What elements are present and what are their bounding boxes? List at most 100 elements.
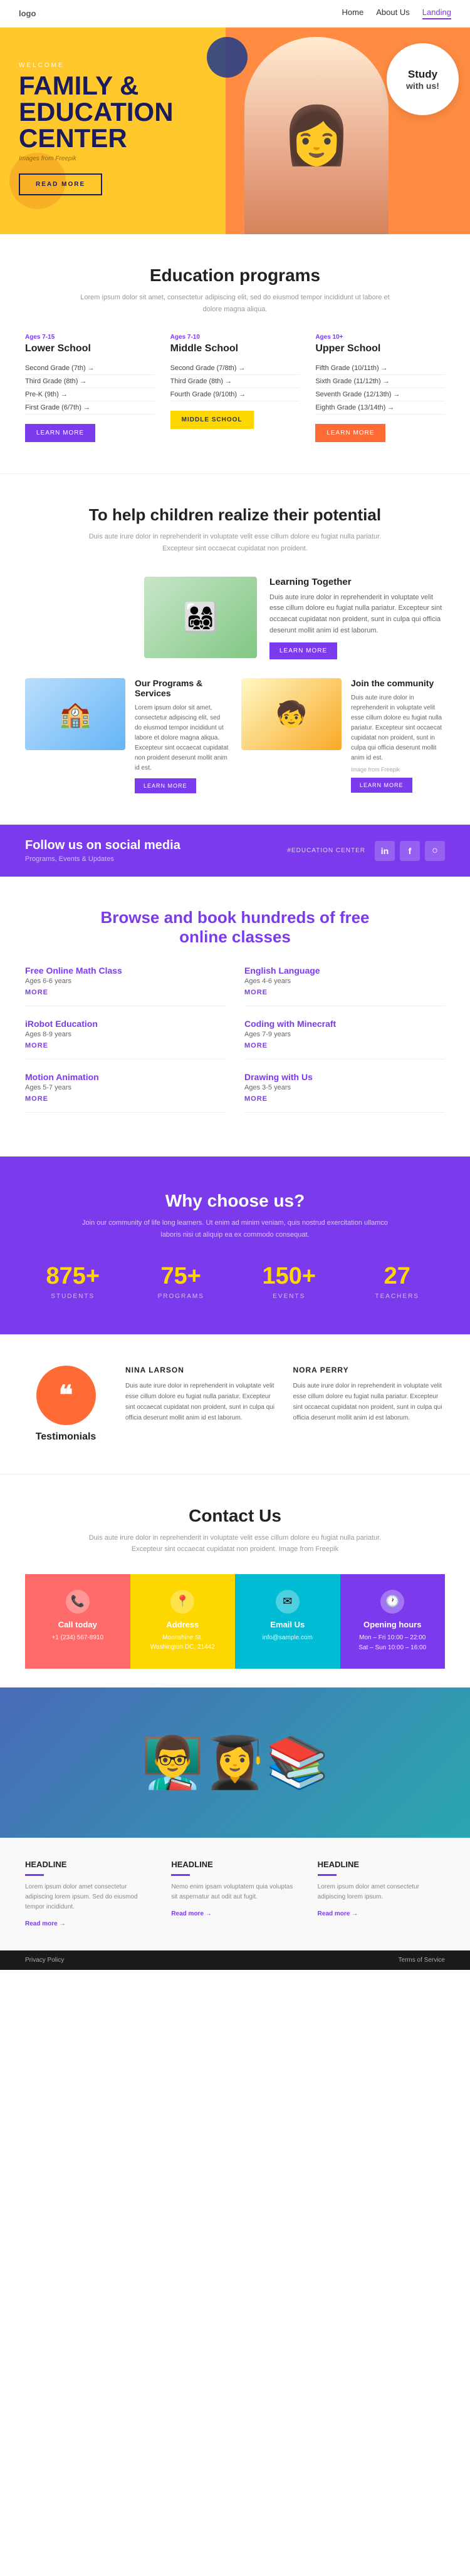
class-more[interactable]: MORE: [244, 989, 445, 996]
footer-terms[interactable]: Terms of Service: [399, 1957, 445, 1964]
testimonial-nina-name: NINA LARSON: [125, 1366, 278, 1374]
list-item[interactable]: Third Grade (8th) →: [25, 375, 155, 388]
service-programs-content: Our Programs & Services Lorem ipsum dolo…: [135, 678, 229, 793]
class-item-drawing: Drawing with Us Ages 3-5 years MORE: [244, 1072, 445, 1113]
service-programs-desc: Lorem ipsum dolor sit amet, consectetur …: [135, 703, 229, 773]
footer-col-3: HEADLINE Lorem ipsum dolor amet consecte…: [318, 1860, 445, 1929]
hero-welcome: WELCOME: [19, 62, 174, 69]
program-btn-upper[interactable]: LEARN MORE: [315, 424, 385, 442]
contact-card-info-hours: Mon – Fri 10:00 – 22:00Sat – Sun 10:00 –…: [358, 1633, 426, 1653]
class-more[interactable]: MORE: [244, 1042, 445, 1049]
contact-card-hours: 🕐 Opening hours Mon – Fri 10:00 – 22:00S…: [340, 1574, 446, 1669]
potential-title: To help children realize their potential: [25, 505, 445, 525]
contact-section: Contact Us Duis aute irure dolor in repr…: [0, 1475, 470, 1687]
program-btn-lower[interactable]: LEARN MORE: [25, 424, 95, 442]
hero-cta-button[interactable]: READ MORE: [19, 173, 102, 195]
service-learning: 👨‍👩‍👧‍👦 Learning Together Duis aute irur…: [25, 577, 445, 659]
class-name: Coding with Minecraft: [244, 1019, 445, 1029]
class-item-irobot: iRobot Education Ages 8-9 years MORE: [25, 1019, 226, 1059]
stat-number-programs: 75+: [133, 1263, 229, 1290]
list-item[interactable]: Pre-K (9th) →: [25, 388, 155, 401]
footer-col-1-title: HEADLINE: [25, 1860, 152, 1869]
potential-header: To help children realize their potential…: [25, 505, 445, 554]
service-learning-btn[interactable]: LEARN MORE: [269, 642, 337, 659]
potential-subtitle: Duis aute irure dolor in reprehenderit i…: [78, 531, 392, 554]
linkedin-icon[interactable]: in: [375, 841, 395, 861]
program-list-lower: Second Grade (7th) → Third Grade (8th) →…: [25, 362, 155, 415]
contact-card-title-address: Address: [166, 1620, 199, 1629]
list-item[interactable]: Seventh Grade (12/13th) →: [315, 388, 445, 401]
testimonial-nina: NINA LARSON Duis aute irure dolor in rep…: [125, 1366, 278, 1423]
testimonials-inner: ❝ Testimonials NINA LARSON Duis aute iru…: [25, 1366, 445, 1443]
footer-col-1-readmore[interactable]: Read more →: [25, 1920, 65, 1927]
service-programs-btn[interactable]: LEARN MORE: [135, 778, 196, 793]
class-more[interactable]: MORE: [244, 1095, 445, 1103]
footer-col-2: HEADLINE Nemo enim ipsam voluptatem quia…: [171, 1860, 298, 1929]
testimonial-nora-name: NORA PERRY: [293, 1366, 446, 1374]
footer-col-2-readmore[interactable]: Read more →: [171, 1910, 211, 1917]
service-community-desc: Duis aute irure dolor in reprehenderit i…: [351, 693, 445, 763]
call-icon: 📞: [66, 1590, 90, 1614]
footer-col-3-readmore[interactable]: Read more →: [318, 1910, 358, 1917]
stat-label-teachers: TEACHERS: [350, 1293, 446, 1300]
footer-privacy[interactable]: Privacy Policy: [25, 1957, 64, 1964]
list-item[interactable]: Sixth Grade (11/12th) →: [315, 375, 445, 388]
footer-col-2-divider: [171, 1874, 190, 1876]
footer-grid: HEADLINE Lorem ipsum dolor amet consecte…: [25, 1860, 445, 1929]
program-age-upper: Ages 10+: [315, 334, 445, 341]
footer-col-3-title: HEADLINE: [318, 1860, 445, 1869]
program-middle: Ages 7-10 Middle School Second Grade (7/…: [170, 334, 300, 442]
hero-text-block: WELCOME FAMILY & EDUCATION CENTER Images…: [19, 62, 174, 195]
social-right: #EDUCATION CENTER in f ○: [287, 841, 445, 861]
stat-programs: 75+ PROGRAMS: [133, 1263, 229, 1300]
nav-link-home[interactable]: Home: [342, 8, 364, 19]
class-item-math: Free Online Math Class Ages 6-6 years MO…: [25, 966, 226, 1006]
class-item-minecraft: Coding with Minecraft Ages 7-9 years MOR…: [244, 1019, 445, 1059]
nav-link-landing[interactable]: Landing: [422, 8, 451, 19]
class-more[interactable]: MORE: [25, 989, 226, 996]
contact-card-info-email: info@sample.com: [263, 1633, 313, 1642]
class-age: Ages 5-7 years: [25, 1084, 226, 1091]
service-community-content: Join the community Duis aute irure dolor…: [351, 678, 445, 793]
program-name-upper: Upper School: [315, 343, 445, 354]
footer-col-3-text: Lorem ipsum dolor amet consectetur adipi…: [318, 1882, 445, 1902]
list-item[interactable]: Second Grade (7/8th) →: [170, 362, 300, 375]
class-age: Ages 3-5 years: [244, 1084, 445, 1091]
list-item[interactable]: Fourth Grade (9/10th) →: [170, 388, 300, 401]
program-btn-middle[interactable]: MIDDLE SCHOOL: [170, 411, 254, 429]
service-community-btn[interactable]: LEARN MORE: [351, 778, 412, 793]
list-item[interactable]: Third Grade (8th) →: [170, 375, 300, 388]
instagram-icon[interactable]: ○: [425, 841, 445, 861]
facebook-icon[interactable]: f: [400, 841, 420, 861]
online-classes-section: Browse and book hundreds of free online …: [0, 877, 470, 1157]
class-name: Free Online Math Class: [25, 966, 226, 976]
class-age: Ages 7-9 years: [244, 1031, 445, 1038]
class-item-animation: Motion Animation Ages 5-7 years MORE: [25, 1072, 226, 1113]
footer-col-1: HEADLINE Lorem ipsum dolor amet consecte…: [25, 1860, 152, 1929]
footer-headlines: HEADLINE Lorem ipsum dolor amet consecte…: [0, 1838, 470, 1950]
hero-circle-top-mid: [207, 37, 248, 78]
programs-grid: Ages 7-15 Lower School Second Grade (7th…: [25, 334, 445, 442]
services-row: 🏫 Our Programs & Services Lorem ipsum do…: [25, 678, 445, 793]
footer-bar: Privacy Policy Terms of Service: [0, 1950, 470, 1970]
list-item[interactable]: First Grade (6/7th) →: [25, 401, 155, 415]
contact-card-call: 📞 Call today +1 (234) 567-8910: [25, 1574, 130, 1669]
potential-section: To help children realize their potential…: [0, 474, 470, 825]
list-item[interactable]: Eighth Grade (13/14th) →: [315, 401, 445, 415]
footer-col-1-divider: [25, 1874, 44, 1876]
service-learning-content: Learning Together Duis aute irure dolor …: [269, 577, 445, 659]
programs-subtitle: Lorem ipsum dolor sit amet, consectetur …: [72, 292, 398, 315]
program-upper: Ages 10+ Upper School Fifth Grade (10/11…: [315, 334, 445, 442]
class-more[interactable]: MORE: [25, 1095, 226, 1103]
hero-desc: Images from Freepik: [19, 155, 174, 162]
contact-card-title-call: Call today: [58, 1620, 97, 1629]
why-subtitle: Join our community of life long learners…: [78, 1217, 392, 1240]
class-more[interactable]: MORE: [25, 1042, 226, 1049]
address-icon: 📍: [170, 1590, 194, 1614]
social-icons: in f ○: [375, 841, 445, 861]
list-item[interactable]: Fifth Grade (10/11th) →: [315, 362, 445, 375]
list-item[interactable]: Second Grade (7th) →: [25, 362, 155, 375]
nav-link-about[interactable]: About Us: [376, 8, 409, 19]
hero-section: WELCOME FAMILY & EDUCATION CENTER Images…: [0, 28, 470, 234]
class-age: Ages 4-6 years: [244, 977, 445, 985]
